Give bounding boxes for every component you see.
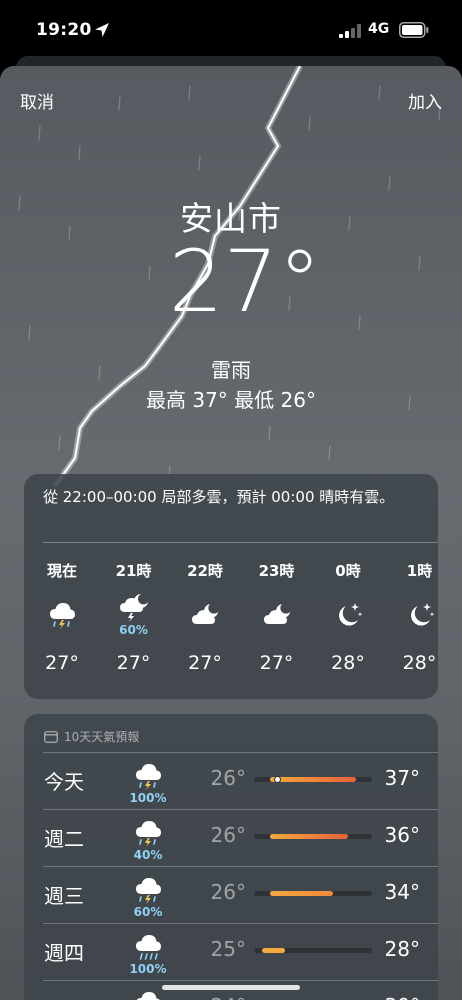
hourly-item: 22時 27° <box>175 560 235 674</box>
temperature-range-bar <box>254 776 372 783</box>
row-divider <box>43 752 438 753</box>
cellular-signal-icon <box>339 24 361 38</box>
forecast-day: 今天 <box>44 770 84 794</box>
temperature-range-fill <box>269 834 349 839</box>
forecast-precip-chance: 100% <box>129 962 167 976</box>
clear-moon-icon <box>410 602 434 626</box>
temperature-range-fill <box>269 891 333 896</box>
forecast-icon-wrap: 60% <box>118 874 178 919</box>
ten-day-forecast-card[interactable]: 10天天氣預報 今天 100% 26° 37° 週二 40% 26° 36° 週三 60% 26° 3… <box>24 714 438 1000</box>
hourly-item: 現在 27° <box>32 560 92 674</box>
add-button[interactable]: 加入 <box>408 88 442 113</box>
forecast-high: 30° <box>374 994 420 1000</box>
hour-temperature: 27° <box>116 652 151 674</box>
hour-temperature: 28° <box>331 652 365 674</box>
forecast-header: 10天天氣預報 <box>44 728 139 745</box>
row-divider <box>43 980 438 981</box>
forecast-high: 34° <box>384 880 420 904</box>
status-time: 19:20 <box>36 20 92 40</box>
forecast-header-label: 10天天氣預報 <box>64 730 140 744</box>
forecast-day: 週五 <box>44 994 84 1000</box>
location-arrow-icon <box>95 23 109 37</box>
forecast-icon-wrap: 100% <box>118 931 178 976</box>
forecast-low: 24° <box>206 994 246 1000</box>
row-divider <box>43 866 438 867</box>
clear-moon-icon <box>339 602 363 626</box>
cloud-moon-icon <box>192 603 218 624</box>
hour-label: 0時 <box>335 562 361 580</box>
thunderstorm-icon <box>136 878 161 904</box>
thunderstorm-icon <box>50 602 75 629</box>
hourly-summary: 從 22:00–00:00 局部多雲，預計 00:00 晴時有雲。 <box>43 488 395 506</box>
hour-precip-chance: 60% <box>119 622 148 637</box>
forecast-icon-wrap: 40% <box>118 817 178 862</box>
hour-temperature: 27° <box>259 652 294 674</box>
current-temperature: 27° <box>168 232 322 332</box>
hour-temperature: 27° <box>45 652 79 674</box>
thunderstorm-icon <box>136 821 161 847</box>
high-low-temperature: 最高 37° 最低 26° <box>146 388 316 412</box>
forecast-high: 36° <box>384 823 420 847</box>
temperature-range-bar <box>254 834 372 839</box>
network-type: 4G <box>368 21 390 37</box>
row-divider <box>43 809 438 810</box>
forecast-precip-chance: 40% <box>133 848 163 862</box>
thunderstorm-icon <box>136 764 161 790</box>
battery-icon <box>399 22 429 38</box>
hour-icon-wrap <box>32 588 92 640</box>
row-divider <box>43 923 438 924</box>
hour-temperature: 28° <box>402 652 437 674</box>
temperature-range-fill <box>269 777 357 782</box>
forecast-icon-wrap: 100% <box>118 760 178 805</box>
hour-label: 23時 <box>258 562 295 580</box>
thunderstorm-icon <box>136 992 160 1000</box>
forecast-low: 26° <box>210 823 246 847</box>
forecast-day: 週四 <box>44 941 84 965</box>
card-divider <box>43 542 438 543</box>
current-condition: 雷雨 <box>211 358 251 382</box>
forecast-high: 37° <box>384 766 420 790</box>
cancel-button[interactable]: 取消 <box>20 88 54 113</box>
hour-label: 現在 <box>46 562 77 580</box>
temperature-range-bar <box>254 948 372 953</box>
forecast-precip-chance: 60% <box>133 905 163 919</box>
forecast-low: 25° <box>210 937 246 961</box>
forecast-row[interactable]: 今天 100% 26° 37° <box>24 752 438 809</box>
forecast-precip-chance: 100% <box>129 791 167 805</box>
forecast-day: 週二 <box>44 827 84 851</box>
forecast-low: 26° <box>210 880 246 904</box>
hour-temperature: 27° <box>188 652 222 674</box>
forecast-row[interactable]: 週四 100% 25° 28° <box>24 923 438 980</box>
home-indicator[interactable] <box>162 985 300 990</box>
hourly-forecast-card[interactable]: 從 22:00–00:00 局部多雲，預計 00:00 晴時有雲。 現在 27° 2… <box>24 474 438 699</box>
temperature-range-fill <box>261 948 286 953</box>
forecast-high: 28° <box>384 937 420 961</box>
hour-label: 21時 <box>115 562 152 580</box>
forecast-row[interactable]: 週二 40% 26° 36° <box>24 809 438 866</box>
rain-icon <box>136 935 161 960</box>
hour-icon-wrap <box>318 588 378 640</box>
hour-icon-wrap <box>247 588 307 640</box>
hour-icon-wrap <box>390 588 450 640</box>
hourly-item: 0時 28° <box>318 560 378 674</box>
hour-icon-wrap: 60% <box>104 588 164 640</box>
weather-sheet[interactable]: 取消 加入 安山市 27° 雷雨 最高 37° 最低 26° 從 22:00–0… <box>0 66 462 1000</box>
forecast-row[interactable]: 週五 24° 30° <box>24 980 438 1000</box>
thunder-moon-icon <box>119 593 148 622</box>
hour-icon-wrap <box>175 588 235 640</box>
forecast-row[interactable]: 週三 60% 26° 34° <box>24 866 438 923</box>
forecast-low: 26° <box>210 766 246 790</box>
hourly-item: 21時 60% 27° <box>104 560 164 674</box>
temperature-range-bar <box>254 891 372 896</box>
hourly-item: 23時 27° <box>247 560 307 674</box>
cloud-moon-icon <box>263 603 290 624</box>
status-bar: 19:20 4G <box>0 0 462 58</box>
calendar-icon <box>44 731 58 743</box>
hour-label: 22時 <box>187 562 223 580</box>
hourly-item: 1時 28° <box>390 560 450 674</box>
hour-label: 1時 <box>406 562 433 580</box>
forecast-day: 週三 <box>44 884 84 908</box>
